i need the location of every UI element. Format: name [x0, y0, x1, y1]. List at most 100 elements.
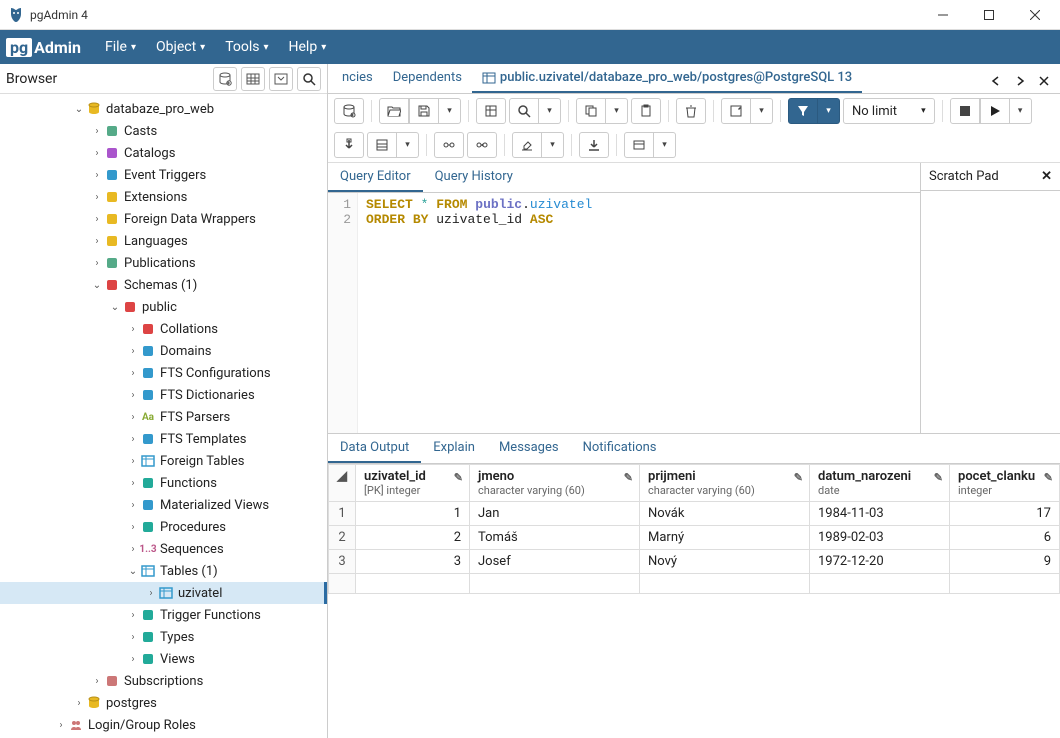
edit-button[interactable] — [476, 98, 506, 124]
tree-item[interactable]: ⌄public — [0, 296, 327, 318]
tree-item[interactable]: ›Materialized Views — [0, 494, 327, 516]
menu-tools[interactable]: Tools▾ — [215, 30, 278, 64]
tree-arrow-icon[interactable]: › — [90, 258, 104, 269]
tree-arrow-icon[interactable]: › — [126, 544, 140, 555]
tab-messages[interactable]: Messages — [487, 434, 571, 463]
tree-item[interactable]: ⌄databaze_pro_web — [0, 98, 327, 120]
tab-query-editor[interactable]: Query Editor — [328, 163, 423, 192]
tree-arrow-icon[interactable]: › — [126, 434, 140, 445]
tab-dependents[interactable]: Dependents — [383, 64, 472, 93]
browser-btn-3[interactable] — [269, 67, 293, 91]
tree-item[interactable]: ›FTS Configurations — [0, 362, 327, 384]
tree-item[interactable]: ›Languages — [0, 230, 327, 252]
find-dropdown[interactable]: ▾ — [539, 98, 561, 124]
tab-data-output[interactable]: Data Output — [328, 434, 421, 463]
tree-arrow-icon[interactable]: › — [90, 148, 104, 159]
download-button[interactable] — [579, 132, 609, 158]
table-view-button[interactable] — [367, 132, 397, 158]
tab-query-tool[interactable]: public.uzivatel/databaze_pro_web/postgre… — [472, 64, 862, 93]
tree-arrow-icon[interactable]: › — [126, 478, 140, 489]
open-file-button[interactable] — [379, 98, 409, 124]
execute-button[interactable] — [980, 98, 1010, 124]
tree-item[interactable]: ›Catalogs — [0, 142, 327, 164]
tree-arrow-icon[interactable]: › — [54, 720, 68, 731]
tree-arrow-icon[interactable]: ⌄ — [108, 302, 122, 313]
col-datum-narozeni[interactable]: datum_narozenidate✎ — [810, 465, 950, 502]
tree-arrow-icon[interactable]: › — [90, 676, 104, 687]
tree-arrow-icon[interactable]: › — [90, 170, 104, 181]
save-file-dropdown[interactable]: ▾ — [439, 98, 461, 124]
tree-item[interactable]: ›FTS Templates — [0, 428, 327, 450]
tree-arrow-icon[interactable]: › — [90, 192, 104, 203]
tree-item[interactable]: ›uzivatel — [0, 582, 327, 604]
tree-arrow-icon[interactable]: › — [126, 412, 140, 423]
tree-item[interactable]: ›Collations — [0, 318, 327, 340]
rollback-button[interactable] — [467, 132, 497, 158]
tree-item[interactable]: ›Event Triggers — [0, 164, 327, 186]
tree-arrow-icon[interactable]: › — [126, 390, 140, 401]
table-view-dropdown[interactable]: ▾ — [397, 132, 419, 158]
filter-dropdown[interactable]: ▾ — [818, 98, 840, 124]
tree-item[interactable]: ⌄Schemas (1) — [0, 274, 327, 296]
tree-item[interactable]: ›1..3Sequences — [0, 538, 327, 560]
tree-arrow-icon[interactable]: ⌄ — [72, 104, 86, 115]
tree-item[interactable]: ›Domains — [0, 340, 327, 362]
browser-btn-1[interactable] — [213, 67, 237, 91]
tree-item[interactable]: ⌄Tables (1) — [0, 560, 327, 582]
menu-help[interactable]: Help▾ — [279, 30, 337, 64]
tree-arrow-icon[interactable]: › — [72, 698, 86, 709]
tab-close-button[interactable] — [1032, 69, 1056, 93]
minimize-button[interactable] — [920, 0, 966, 30]
col-pocet-clanku[interactable]: pocet_clankuinteger✎ — [950, 465, 1060, 502]
tree-item[interactable]: ›Foreign Data Wrappers — [0, 208, 327, 230]
tree-item[interactable]: ›Casts — [0, 120, 327, 142]
tree-arrow-icon[interactable]: › — [126, 368, 140, 379]
col-jmeno[interactable]: jmenocharacter varying (60)✎ — [470, 465, 640, 502]
col-uzivatel-id[interactable]: uzivatel_id[PK] integer✎ — [356, 465, 470, 502]
object-tree[interactable]: ⌄databaze_pro_web›Casts›Catalogs›Event T… — [0, 94, 327, 738]
tree-item[interactable]: ›Types — [0, 626, 327, 648]
tab-prev-button[interactable] — [984, 69, 1008, 93]
find-button[interactable] — [509, 98, 539, 124]
tree-arrow-icon[interactable]: › — [126, 654, 140, 665]
tree-item[interactable]: ›Foreign Tables — [0, 450, 327, 472]
tree-arrow-icon[interactable]: › — [126, 346, 140, 357]
menu-file[interactable]: File▾ — [95, 30, 146, 64]
tree-arrow-icon[interactable]: › — [126, 632, 140, 643]
table-row[interactable]: 22TomášMarný1989-02-036 — [329, 526, 1060, 550]
tree-item[interactable]: ›Extensions — [0, 186, 327, 208]
copy-dropdown[interactable]: ▾ — [606, 98, 628, 124]
tree-arrow-icon[interactable]: ⌄ — [126, 566, 140, 577]
tree-arrow-icon[interactable]: › — [144, 588, 158, 599]
delete-button[interactable] — [676, 98, 706, 124]
limit-select[interactable]: No limit▾ — [843, 98, 935, 124]
paste-button[interactable] — [631, 98, 661, 124]
tree-item[interactable]: ›AaFTS Parsers — [0, 406, 327, 428]
search-button[interactable] — [297, 67, 321, 91]
close-button[interactable] — [1012, 0, 1058, 30]
tab-notifications[interactable]: Notifications — [571, 434, 669, 463]
browser-btn-2[interactable] — [241, 67, 265, 91]
tree-arrow-icon[interactable]: › — [126, 500, 140, 511]
macro-button[interactable] — [624, 132, 654, 158]
tree-item[interactable]: ›Publications — [0, 252, 327, 274]
tree-item[interactable]: ›Subscriptions — [0, 670, 327, 692]
menu-object[interactable]: Object▾ — [146, 30, 215, 64]
filter-button[interactable] — [788, 98, 818, 124]
stop-button[interactable] — [950, 98, 980, 124]
table-row[interactable]: 11JanNovák1984-11-0317 — [329, 502, 1060, 526]
edit-data-dropdown[interactable]: ▾ — [751, 98, 773, 124]
tree-item[interactable]: ›postgres — [0, 692, 327, 714]
clear-button[interactable] — [512, 132, 542, 158]
corner-cell[interactable]: ◢ — [329, 465, 356, 502]
tree-arrow-icon[interactable]: › — [126, 324, 140, 335]
tab-dependencies-truncated[interactable]: ncies — [332, 64, 383, 93]
tab-query-history[interactable]: Query History — [423, 163, 525, 192]
save-file-button[interactable] — [409, 98, 439, 124]
commit-button[interactable] — [434, 132, 464, 158]
tree-item[interactable]: ›Functions — [0, 472, 327, 494]
result-grid[interactable]: ◢ uzivatel_id[PK] integer✎ jmenocharacte… — [328, 464, 1060, 594]
tree-item[interactable]: ›Views — [0, 648, 327, 670]
sql-editor[interactable]: 12 SELECT * FROM public.uzivatel ORDER B… — [328, 193, 920, 433]
explain-button[interactable] — [334, 132, 364, 158]
